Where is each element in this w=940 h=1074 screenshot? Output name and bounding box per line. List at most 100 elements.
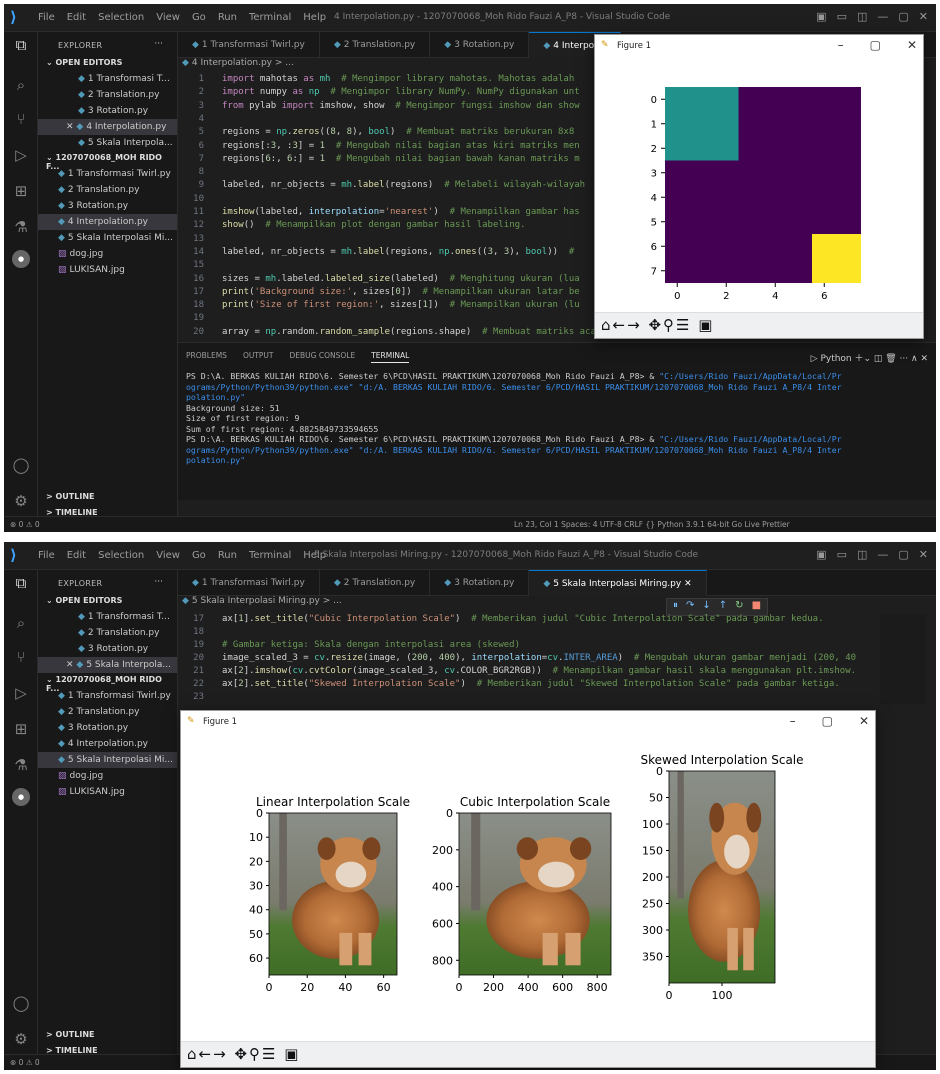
settings-gear-icon[interactable]: ⚙ — [12, 492, 30, 510]
folder-header[interactable]: ⌄ 1207070068_MOH RIDO F... — [38, 673, 177, 693]
menu-item-file[interactable]: File — [38, 550, 55, 561]
menu-item-edit[interactable]: Edit — [67, 12, 86, 23]
explorer-icon[interactable]: ⧉ — [12, 574, 30, 592]
menu-item-edit[interactable]: Edit — [67, 550, 86, 561]
menu-item-selection[interactable]: Selection — [98, 12, 144, 23]
zoom-icon[interactable]: ● — [12, 788, 30, 806]
close-icon[interactable]: ✕ — [66, 122, 76, 132]
forward-icon[interactable]: → — [627, 316, 642, 334]
file-item[interactable]: ◆ 5 Skala Interpolasi Mi... — [38, 752, 177, 768]
panel-tab-problems[interactable]: PROBLEMS — [186, 351, 227, 365]
editor-tab[interactable]: ◆ 2 Translation.py — [320, 570, 431, 596]
save-icon[interactable]: ▣ — [698, 316, 714, 334]
open-editors-header[interactable]: ⌄ OPEN EDITORS — [38, 594, 177, 609]
maximize-button[interactable]: ▢ — [898, 10, 908, 23]
zoom-icon[interactable]: ⚲ — [249, 1045, 262, 1063]
home-icon[interactable]: ⌂ — [601, 316, 613, 334]
menu-item-run[interactable]: Run — [218, 12, 237, 23]
minimize-button[interactable]: – — [790, 714, 796, 728]
panel-tab-debug-console[interactable]: DEBUG CONSOLE — [290, 351, 356, 365]
close-button[interactable]: ✕ — [859, 714, 869, 728]
problems-count[interactable]: ⊗ 0 ⚠ 0 — [10, 520, 40, 529]
panel-tab-terminal[interactable]: TERMINAL — [371, 351, 410, 363]
file-item[interactable]: ◆ 3 Rotation.py — [38, 720, 177, 736]
file-item[interactable]: ◆ 4 Interpolation.py — [38, 214, 177, 230]
file-item[interactable]: ◆ 2 Translation.py — [38, 704, 177, 720]
explorer-icon[interactable]: ⧉ — [12, 36, 30, 54]
menu-item-run[interactable]: Run — [218, 550, 237, 561]
open-editor-item[interactable]: ✕ ◆ 4 Interpolation.py — [38, 119, 177, 135]
file-item[interactable]: ▨ LUKISAN.jpg — [38, 262, 177, 278]
home-icon[interactable]: ⌂ — [187, 1045, 199, 1063]
split-icon[interactable]: ◫ — [857, 548, 867, 561]
back-icon[interactable]: ← — [199, 1045, 214, 1063]
forward-icon[interactable]: → — [213, 1045, 228, 1063]
maximize-button[interactable]: ▢ — [898, 548, 908, 561]
open-editor-item[interactable]: ◆ 3 Rotation.py — [38, 103, 177, 119]
file-item[interactable]: ▨ dog.jpg — [38, 246, 177, 262]
minimize-button[interactable]: — — [877, 10, 888, 23]
source-control-icon[interactable]: ⑂ — [12, 648, 30, 666]
open-editor-item[interactable]: ◆ 3 Rotation.py — [38, 641, 177, 657]
open-editor-item[interactable]: ◆ 2 Translation.py — [38, 625, 177, 641]
restart-icon[interactable]: ↻ — [735, 600, 743, 614]
folder-header[interactable]: ⌄ 1207070068_MOH RIDO F... — [38, 151, 177, 171]
menu-item-selection[interactable]: Selection — [98, 550, 144, 561]
terminal-output[interactable]: PS D:\A. BERKAS KULIAH RIDO\6. Semester … — [178, 365, 936, 466]
file-item[interactable]: ◆ 4 Interpolation.py — [38, 736, 177, 752]
open-editor-item[interactable]: ◆ 1 Transformasi T... — [38, 609, 177, 625]
outline-section[interactable]: > OUTLINE — [38, 492, 177, 501]
minimap[interactable] — [880, 614, 926, 704]
step-out-icon[interactable]: ↑ — [719, 600, 727, 614]
close-button[interactable]: ✕ — [907, 38, 917, 52]
close-button[interactable]: ✕ — [919, 10, 928, 23]
file-item[interactable]: ◆ 2 Translation.py — [38, 182, 177, 198]
testing-icon[interactable]: ⚗ — [12, 756, 30, 774]
pan-icon[interactable]: ✥ — [234, 1045, 249, 1063]
open-editor-item[interactable]: ◆ 1 Transformasi T... — [38, 71, 177, 87]
stop-icon[interactable]: ■ — [752, 600, 761, 614]
file-item[interactable]: ▨ dog.jpg — [38, 768, 177, 784]
more-actions-icon[interactable]: ··· — [154, 577, 163, 587]
close-button[interactable]: ✕ — [919, 548, 928, 561]
menu-item-terminal[interactable]: Terminal — [249, 12, 291, 23]
pause-icon[interactable]: ⏸ — [673, 600, 678, 614]
save-icon[interactable]: ▣ — [284, 1045, 300, 1063]
panel-controls[interactable]: ▷ Python ＋⌄ ◫ 🗑 ··· ∧ ✕ — [811, 351, 928, 364]
back-icon[interactable]: ← — [613, 316, 628, 334]
configure-icon[interactable]: ☰ — [262, 1045, 277, 1063]
editor-tab[interactable]: ◆ 3 Rotation.py — [430, 32, 530, 58]
editor-tab[interactable]: ◆ 1 Transformasi Twirl.py — [178, 570, 320, 596]
open-editors-header[interactable]: ⌄ OPEN EDITORS — [38, 56, 177, 71]
file-item[interactable]: ▨ LUKISAN.jpg — [38, 784, 177, 800]
open-editor-item[interactable]: ◆ 5 Skala Interpola... — [38, 135, 177, 151]
step-over-icon[interactable]: ↷ — [686, 600, 694, 614]
menu-item-view[interactable]: View — [156, 12, 180, 23]
run-debug-icon[interactable]: ▷ — [12, 684, 30, 702]
editor-tab[interactable]: ◆ 1 Transformasi Twirl.py — [178, 32, 320, 58]
minimize-button[interactable]: — — [877, 548, 888, 561]
source-control-icon[interactable]: ⑂ — [12, 110, 30, 128]
search-icon[interactable]: ⌕ — [12, 76, 30, 94]
extensions-icon[interactable]: ⊞ — [12, 182, 30, 200]
outline-section[interactable]: > OUTLINE — [38, 1030, 177, 1039]
close-icon[interactable]: ✕ — [66, 660, 76, 670]
settings-gear-icon[interactable]: ⚙ — [12, 1030, 30, 1048]
configure-icon[interactable]: ☰ — [676, 316, 691, 334]
maximize-button[interactable]: ▢ — [822, 714, 833, 728]
menu-item-file[interactable]: File — [38, 12, 55, 23]
file-item[interactable]: ◆ 3 Rotation.py — [38, 198, 177, 214]
open-editor-item[interactable]: ◆ 2 Translation.py — [38, 87, 177, 103]
account-icon[interactable]: ◯ — [12, 456, 30, 474]
zoom-icon[interactable]: ● — [12, 250, 30, 268]
panel-tab-output[interactable]: OUTPUT — [243, 351, 274, 365]
open-editor-item[interactable]: ✕ ◆ 5 Skala Interpola... — [38, 657, 177, 673]
editor-tab[interactable]: ◆ 2 Translation.py — [320, 32, 431, 58]
extensions-icon[interactable]: ⊞ — [12, 720, 30, 738]
menu-item-terminal[interactable]: Terminal — [249, 550, 291, 561]
editor-tab[interactable]: ◆ 5 Skala Interpolasi Miring.py ✕ — [529, 570, 707, 596]
search-icon[interactable]: ⌕ — [12, 614, 30, 632]
menu-item-help[interactable]: Help — [303, 12, 326, 23]
status-right[interactable]: Ln 23, Col 1 Spaces: 4 UTF-8 CRLF {} Pyt… — [514, 520, 790, 529]
minimize-button[interactable]: – — [838, 38, 844, 52]
